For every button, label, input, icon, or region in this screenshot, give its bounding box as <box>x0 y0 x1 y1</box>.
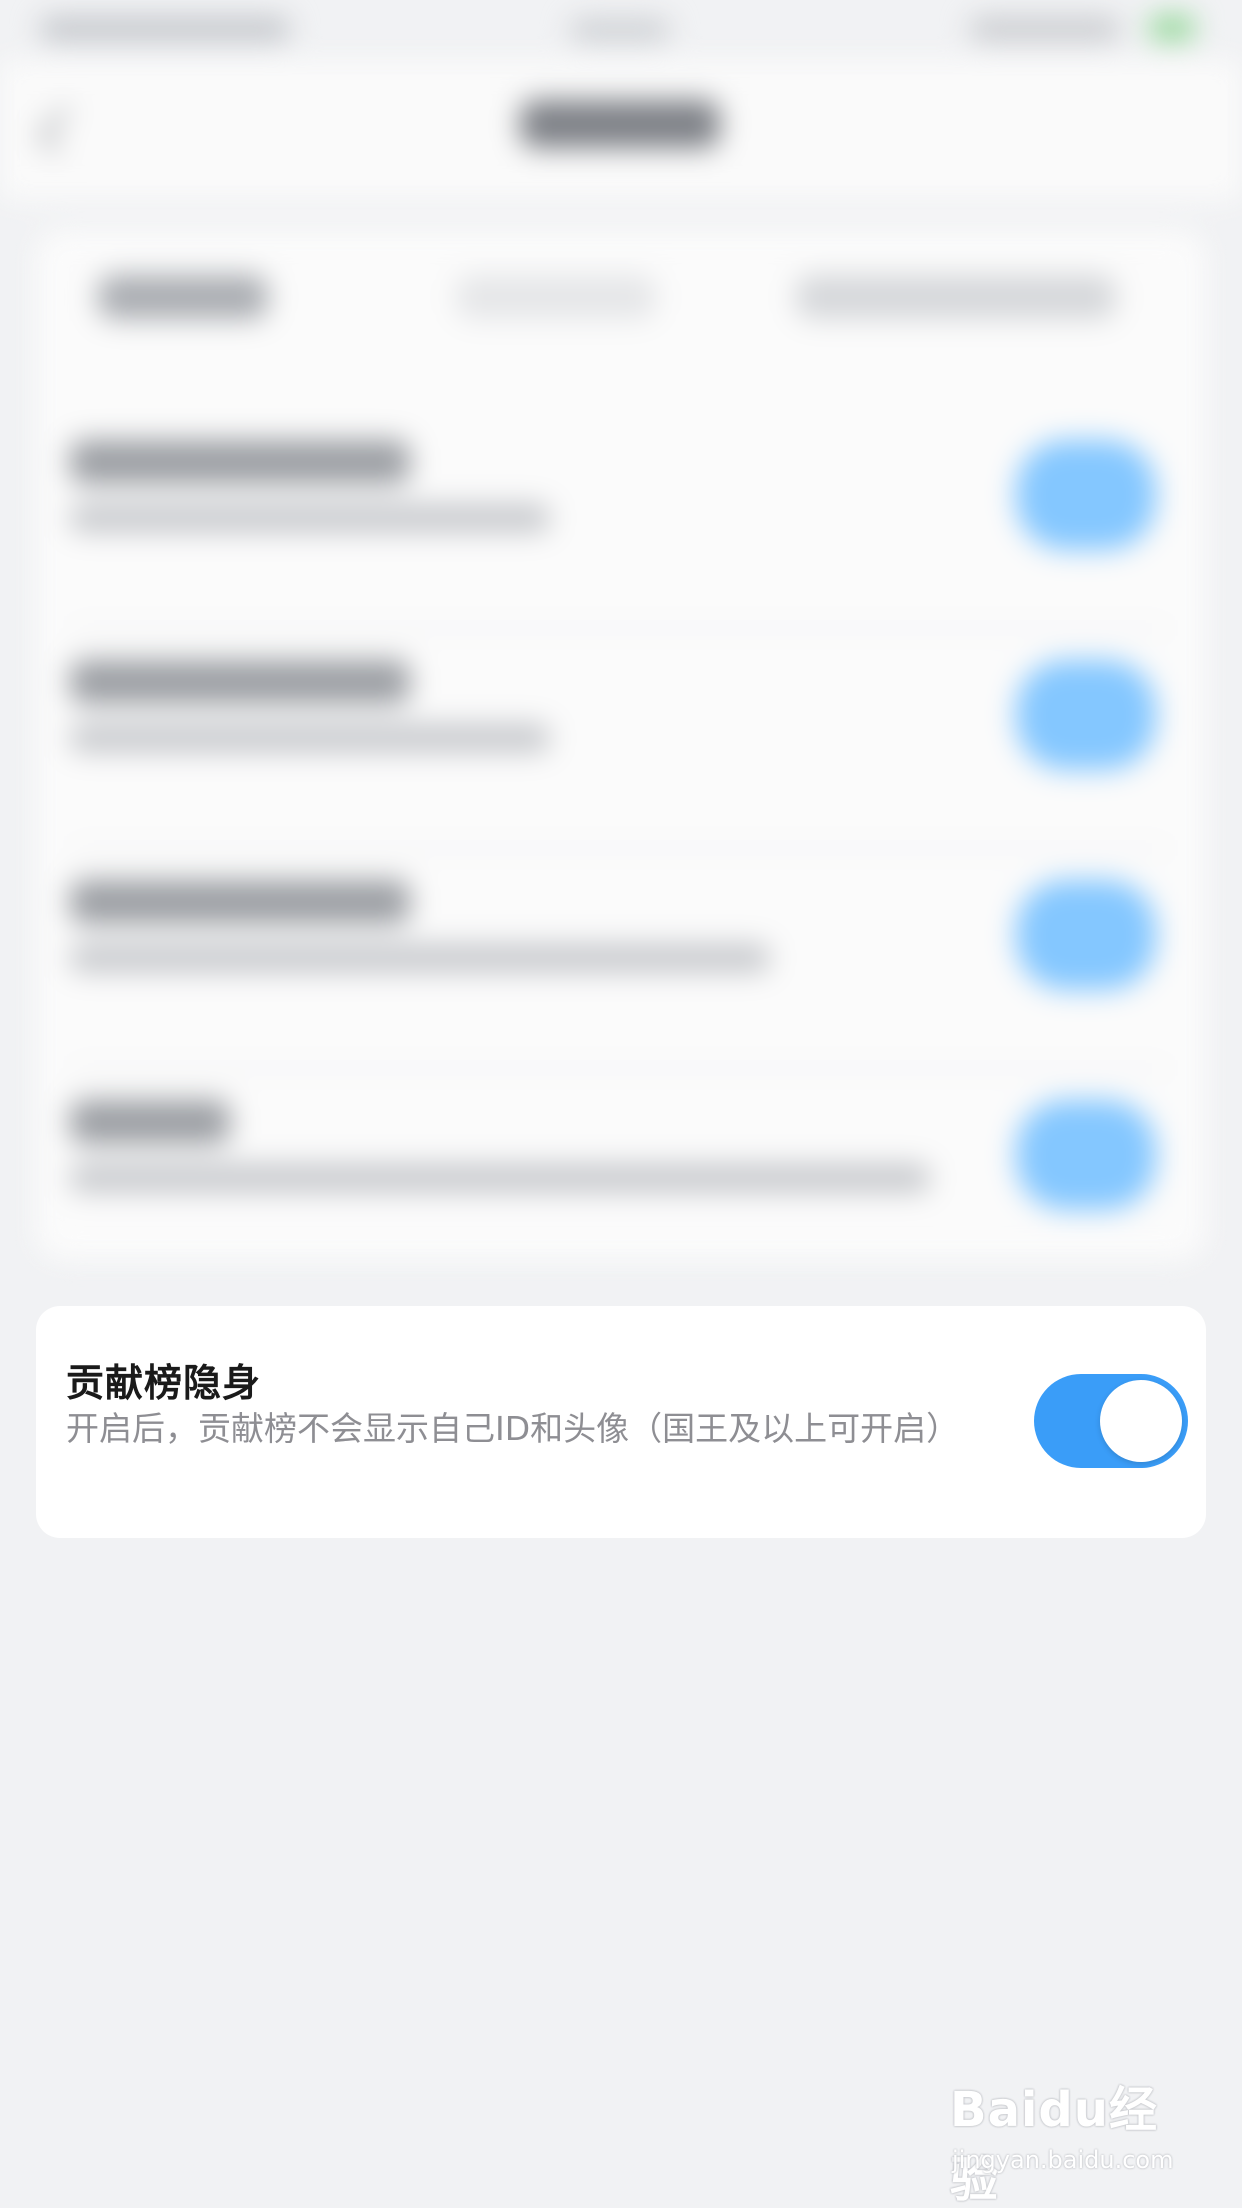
list-item-title <box>70 440 410 484</box>
watermark-brand: Baidu经验 <box>950 2082 1158 2208</box>
list-item <box>36 420 1206 630</box>
divider <box>70 846 1170 850</box>
carrier-signal <box>40 18 290 40</box>
list-item-title <box>70 880 410 924</box>
toggle-switch[interactable] <box>1016 880 1156 990</box>
status-indicators <box>970 18 1120 40</box>
blurred-background <box>0 0 1242 1300</box>
segment-item[interactable] <box>456 275 656 319</box>
divider <box>70 1066 1170 1070</box>
toggle-switch[interactable] <box>1016 440 1156 550</box>
list-item <box>36 640 1206 850</box>
page-title <box>520 100 720 148</box>
nav-bar <box>0 60 1242 200</box>
settings-list-blurred <box>36 230 1206 1260</box>
list-item-title <box>70 1100 230 1144</box>
segment-item[interactable] <box>796 275 1116 319</box>
list-item <box>36 1080 1206 1260</box>
setting-description: 开启后，贡献榜不会显示自己ID和头像（国王及以上可开启） <box>66 1409 960 1448</box>
watermark-url: jingyan.baidu.com <box>952 2146 1174 2174</box>
list-item-desc <box>70 724 550 752</box>
list-item-title <box>70 660 410 704</box>
toggle-switch[interactable] <box>1016 1100 1156 1210</box>
setting-title: 贡献榜隐身 <box>66 1361 262 1405</box>
status-bar <box>0 0 1242 60</box>
list-item-desc <box>70 504 550 532</box>
toggle-knob <box>1100 1380 1182 1462</box>
list-item-desc <box>70 944 770 972</box>
segment-item[interactable] <box>98 275 268 319</box>
baidu-jingyan-watermark: Baidu经验 jingyan.baidu.com <box>950 2070 1190 2208</box>
back-arrow-icon[interactable] <box>37 106 85 154</box>
screen: 贡献榜隐身 开启后，贡献榜不会显示自己ID和头像（国王及以上可开启） Baidu… <box>0 0 1242 2208</box>
divider <box>70 626 1170 630</box>
contribution-hide-toggle[interactable] <box>1034 1374 1188 1468</box>
status-time <box>570 20 670 40</box>
toggle-switch[interactable] <box>1016 660 1156 770</box>
list-item <box>36 860 1206 1070</box>
setting-card-contribution-hide: 贡献榜隐身 开启后，贡献榜不会显示自己ID和头像（国王及以上可开启） <box>36 1306 1206 1538</box>
list-item-desc <box>70 1164 930 1192</box>
battery-icon <box>1150 16 1194 40</box>
